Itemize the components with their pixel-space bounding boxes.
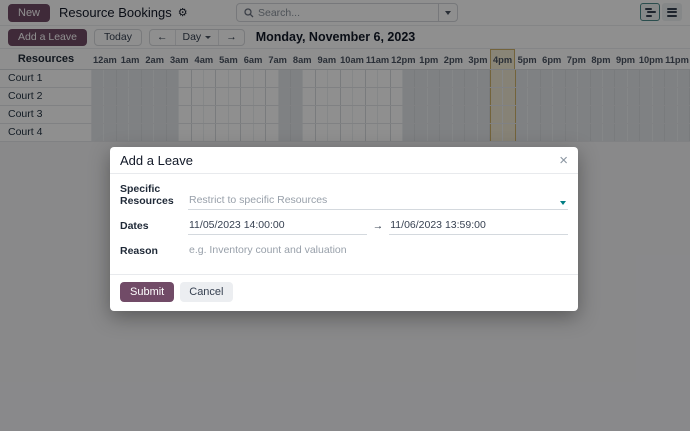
dialog-body: Specific Resources Dates → Reason [110,174,578,274]
date-start-input[interactable] [188,219,367,235]
dialog-header: Add a Leave × [110,147,578,174]
field-reason: Reason [120,244,568,260]
date-range-arrow-icon: → [373,220,384,235]
close-button[interactable]: × [559,153,568,168]
submit-button[interactable]: Submit [120,282,174,302]
field-label: Reason [120,245,188,260]
field-label: Specific Resources [120,183,188,210]
add-leave-dialog: Add a Leave × Specific Resources Dates →… [110,147,578,311]
dialog-title: Add a Leave [120,153,193,168]
field-label: Dates [120,220,188,235]
reason-input[interactable] [188,244,568,260]
cancel-button[interactable]: Cancel [180,282,232,302]
dialog-footer: Submit Cancel [110,274,578,311]
field-specific-resources: Specific Resources [120,183,568,210]
chevron-down-icon[interactable] [560,201,566,205]
specific-resources-input[interactable] [188,194,568,210]
date-end-input[interactable] [389,219,568,235]
close-icon: × [559,152,568,169]
field-dates: Dates → [120,219,568,235]
